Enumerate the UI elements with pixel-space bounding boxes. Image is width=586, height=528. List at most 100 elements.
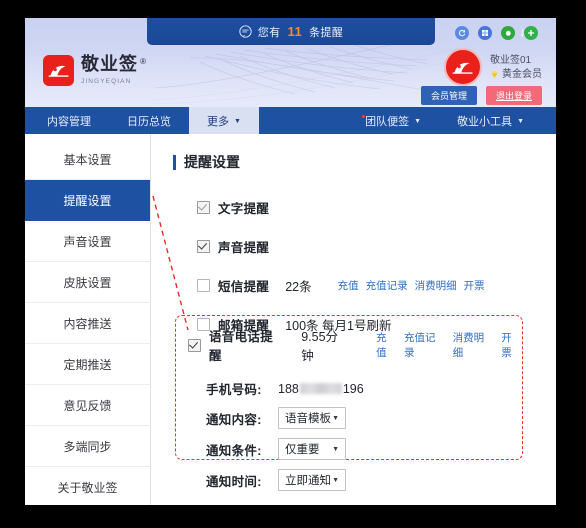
- sidebar-item-label: 声音设置: [63, 234, 112, 249]
- sidebar-item-feedback[interactable]: 意见反馈: [25, 385, 150, 426]
- voice-balance: 9.55分钟: [301, 330, 339, 363]
- notify-content-value: 语音模板: [285, 413, 331, 425]
- chevron-down-icon: ▼: [332, 445, 339, 453]
- app-logo: 敬业签 ® JINGYEQIAN: [43, 54, 147, 86]
- phone-number-row: 手机号码: 188 196: [188, 379, 522, 398]
- android-icon[interactable]: [524, 26, 538, 40]
- top-icon-row: [455, 26, 538, 40]
- sidebar-item-about[interactable]: 关于敬业签: [25, 467, 150, 505]
- option-label: 文字提醒: [218, 202, 270, 216]
- phone-prefix: 188: [278, 381, 299, 396]
- apple-icon[interactable]: [501, 26, 515, 40]
- nav-item-calendar-overview[interactable]: 日历总览: [109, 107, 189, 134]
- sidebar-item-basic-settings[interactable]: 基本设置: [25, 139, 150, 180]
- link-recharge-history[interactable]: 充值记录: [404, 330, 446, 360]
- link-invoice[interactable]: 开票: [501, 330, 522, 360]
- user-avatar[interactable]: [444, 48, 482, 86]
- sidebar-item-label: 关于敬业签: [57, 480, 118, 495]
- diamond-icon: [490, 70, 499, 79]
- sidebar-item-label: 基本设置: [63, 152, 112, 167]
- chevron-down-icon: ▼: [234, 118, 241, 125]
- notify-condition-value: 仅重要: [285, 444, 320, 456]
- notification-count: 11: [287, 24, 303, 39]
- voice-reminder-section: 语音电话提醒 9.55分钟 充值 充值记录 消费明细 开票 手机号码: 188: [176, 316, 522, 491]
- phone-suffix: 196: [342, 381, 364, 396]
- notify-condition-label: 通知条件:: [206, 443, 262, 458]
- chevron-down-icon: ▼: [414, 118, 422, 125]
- phone-masked-segment: [299, 383, 342, 394]
- option-label: 短信提醒: [218, 280, 270, 294]
- notify-content-select[interactable]: 语音模板 ▼: [278, 407, 346, 429]
- user-action-buttons: 会员管理 退出登录: [420, 86, 542, 105]
- nav-item-team-notes[interactable]: 团队便签 ▼: [347, 107, 439, 134]
- sms-links: 充值 充值记录 消费明细 开票: [338, 278, 485, 293]
- sidebar-item-label: 多端同步: [63, 439, 112, 454]
- sidebar-item-scheduled-push[interactable]: 定期推送: [25, 344, 150, 385]
- phone-number-label: 手机号码:: [206, 383, 262, 397]
- option-row-sms-reminder: 短信提醒 22条 充值 充值记录 消费明细 开票: [197, 276, 556, 295]
- user-info: 敬业签01 黄金会员: [444, 48, 542, 86]
- link-recharge[interactable]: 充值: [338, 278, 359, 293]
- notify-condition-select[interactable]: 仅重要 ▼: [278, 438, 346, 460]
- link-invoice[interactable]: 开票: [464, 278, 485, 293]
- sidebar-item-reminder-settings[interactable]: 提醒设置: [25, 180, 150, 221]
- navbar-left-group: 内容管理 日历总览 更多 ▼: [25, 107, 259, 134]
- sms-quota: 22条: [285, 280, 312, 294]
- sidebar-item-label: 提醒设置: [63, 193, 112, 208]
- nav-label: 更多: [207, 115, 229, 128]
- nav-item-more[interactable]: 更多 ▼: [189, 107, 259, 134]
- speech-bubble-icon: [239, 25, 252, 38]
- option-row-voice-call-reminder: 语音电话提醒 9.55分钟 充值 充值记录 消费明细 开票: [188, 326, 522, 364]
- logout-button[interactable]: 退出登录: [485, 86, 542, 105]
- sidebar-item-label: 内容推送: [63, 316, 112, 331]
- sidebar-item-label: 皮肤设置: [63, 275, 112, 290]
- option-label: 语音电话提醒: [209, 330, 274, 363]
- sound-reminder-checkbox[interactable]: [197, 240, 210, 253]
- app-window: 您有 11 条提醒 ↓ 敬业签 ® JINGYEQIAN 敬业签01 黄金会员 …: [25, 18, 556, 505]
- option-row-sound-reminder: 声音提醒: [197, 237, 556, 256]
- voice-links: 充值 充值记录 消费明细 开票: [376, 330, 522, 360]
- refresh-icon[interactable]: [455, 26, 469, 40]
- chevron-down-icon: ▼: [517, 118, 524, 125]
- chevron-down-icon: ▼: [332, 476, 339, 484]
- sidebar-item-label: 意见反馈: [63, 398, 112, 413]
- voice-call-reminder-checkbox[interactable]: [188, 338, 201, 352]
- page-title-label: 提醒设置: [184, 154, 240, 170]
- window-icon[interactable]: [478, 26, 492, 40]
- logo-title: 敬业签 ®: [81, 54, 147, 74]
- notification-bar[interactable]: 您有 11 条提醒: [147, 18, 435, 45]
- notify-content-label: 通知内容:: [206, 412, 262, 427]
- member-management-button[interactable]: 会员管理: [420, 86, 477, 105]
- title-accent-bar: [173, 154, 176, 170]
- navbar-right-group: 团队便签 ▼ 敬业小工具 ▼: [347, 107, 556, 134]
- text-reminder-checkbox[interactable]: [197, 201, 210, 214]
- nav-item-tools[interactable]: 敬业小工具 ▼: [439, 107, 542, 134]
- notify-time-value: 立即通知: [285, 475, 331, 487]
- notify-time-row: 通知时间: 立即通知 ▼: [188, 469, 522, 491]
- link-consumption-details[interactable]: 消费明细: [453, 330, 495, 360]
- sidebar-item-skin-settings[interactable]: 皮肤设置: [25, 262, 150, 303]
- sidebar-item-sound-settings[interactable]: 声音设置: [25, 221, 150, 262]
- notification-suffix: 条提醒: [309, 26, 344, 39]
- sidebar-item-content-push[interactable]: 内容推送: [25, 303, 150, 344]
- logo-subtitle: JINGYEQIAN: [81, 78, 132, 85]
- phone-number-value: 188 196: [278, 382, 364, 396]
- notify-time-select[interactable]: 立即通知 ▼: [278, 469, 346, 491]
- link-consumption-details[interactable]: 消费明细: [415, 278, 457, 293]
- settings-sidebar: 基本设置 提醒设置 声音设置 皮肤设置 内容推送 定期推送 意见反馈 多端同步 …: [25, 134, 151, 505]
- logo-registered-mark: ®: [140, 57, 147, 66]
- notify-content-row: 通知内容: 语音模板 ▼: [188, 407, 522, 429]
- link-recharge-history[interactable]: 充值记录: [366, 278, 408, 293]
- sidebar-item-multi-device-sync[interactable]: 多端同步: [25, 426, 150, 467]
- nav-label: 内容管理: [47, 115, 91, 128]
- chevron-down-icon: ▼: [332, 414, 339, 422]
- main-navbar: 内容管理 日历总览 更多 ▼ 团队便签 ▼ 敬业小工具 ▼: [25, 107, 556, 134]
- notification-prefix: 您有: [257, 26, 281, 39]
- main-content: 基本设置 提醒设置 声音设置 皮肤设置 内容推送 定期推送 意见反馈 多端同步 …: [25, 134, 556, 505]
- nav-label: 日历总览: [127, 115, 171, 128]
- sms-reminder-checkbox[interactable]: [197, 279, 210, 292]
- nav-label: 敬业小工具: [457, 115, 513, 128]
- link-recharge[interactable]: 充值: [376, 330, 397, 360]
- nav-item-content-management[interactable]: 内容管理: [25, 107, 109, 134]
- logo-mark-icon: [43, 55, 74, 86]
